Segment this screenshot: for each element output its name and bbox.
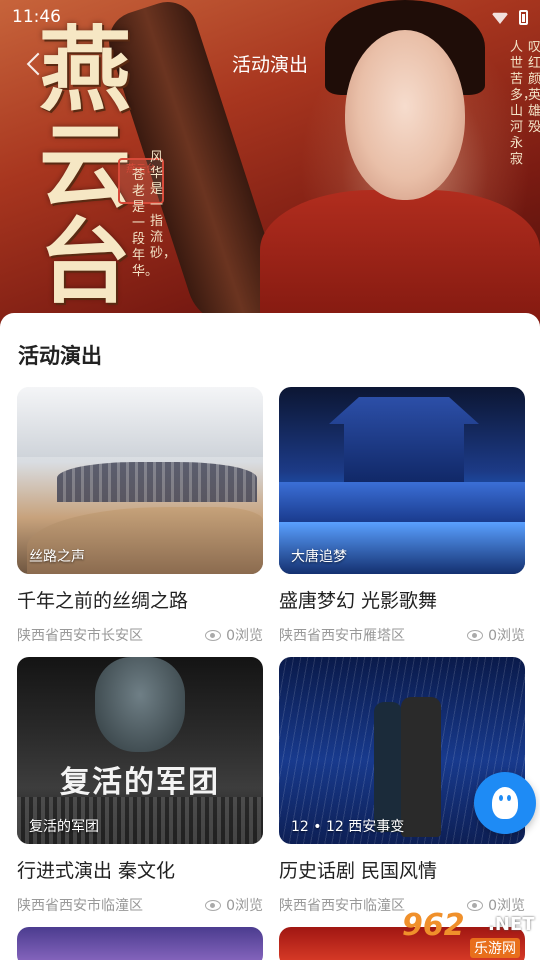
event-card[interactable] bbox=[17, 927, 263, 960]
watermark-site: 乐游网 bbox=[470, 938, 520, 958]
event-views: 0浏览 bbox=[205, 895, 263, 915]
penguin-icon bbox=[492, 787, 518, 819]
event-title[interactable]: 盛唐梦幻 光影歌舞 bbox=[279, 586, 525, 613]
event-meta: 陕西省西安市长安区 0浏览 bbox=[17, 625, 263, 645]
event-card[interactable]: 大唐追梦 盛唐梦幻 光影歌舞 陕西省西安市雁塔区 0浏览 bbox=[279, 387, 525, 645]
event-tag: 大唐追梦 bbox=[291, 549, 347, 565]
status-icons bbox=[491, 9, 528, 25]
event-location: 陕西省西安市雁塔区 bbox=[279, 628, 405, 644]
event-location: 陕西省西安市长安区 bbox=[17, 628, 143, 644]
event-views: 0浏览 bbox=[205, 625, 263, 645]
nav-title: 活动演出 bbox=[231, 54, 308, 76]
hero-poem-2: 苍老是一段年华。 bbox=[132, 168, 159, 279]
event-thumbnail[interactable]: 复活的军团 复活的军团 bbox=[17, 657, 263, 844]
hero-robe bbox=[260, 190, 540, 330]
event-location: 陕西省西安市临潼区 bbox=[279, 898, 405, 914]
event-views-count: 0浏览 bbox=[488, 628, 525, 644]
eye-icon bbox=[467, 629, 484, 641]
watermark-domain: .NET bbox=[488, 914, 535, 935]
event-title[interactable]: 历史话剧 民国风情 bbox=[279, 856, 525, 883]
nav-bar: 活动演出 bbox=[0, 44, 540, 84]
event-views-count: 0浏览 bbox=[226, 628, 263, 644]
status-bar: 11:46 bbox=[0, 0, 540, 34]
site-watermark: 962 .NET 乐游网 bbox=[402, 908, 538, 958]
event-tag: 丝路之声 bbox=[29, 549, 85, 565]
content-panel: 活动演出 丝路之声 千年之前的丝绸之路 陕西省西安市长安区 0浏览 大唐追梦 盛… bbox=[0, 313, 540, 960]
status-time: 11:46 bbox=[12, 7, 61, 27]
event-views: 0浏览 bbox=[467, 625, 525, 645]
section-title: 活动演出 bbox=[18, 344, 102, 368]
eye-icon bbox=[205, 899, 222, 911]
event-tag: 复活的军团 bbox=[29, 819, 99, 835]
event-title[interactable]: 行进式演出 秦文化 bbox=[17, 856, 263, 883]
event-tag: 12 • 12 西安事变 bbox=[291, 819, 405, 835]
watermark-number: 962 bbox=[402, 908, 465, 943]
customer-service-button[interactable] bbox=[474, 772, 536, 834]
event-views-count: 0浏览 bbox=[226, 898, 263, 914]
wifi-icon bbox=[491, 12, 509, 24]
event-meta: 陕西省西安市临潼区 0浏览 bbox=[17, 895, 263, 915]
hero-poem-1: 风华是一指流砂， bbox=[150, 150, 177, 261]
event-meta: 陕西省西安市雁塔区 0浏览 bbox=[279, 625, 525, 645]
thumbnail-headline: 复活的军团 bbox=[60, 765, 220, 800]
event-title[interactable]: 千年之前的丝绸之路 bbox=[17, 586, 263, 613]
event-thumbnail[interactable]: 丝路之声 bbox=[17, 387, 263, 574]
event-thumbnail[interactable] bbox=[17, 927, 263, 960]
event-location: 陕西省西安市临潼区 bbox=[17, 898, 143, 914]
event-thumbnail[interactable]: 大唐追梦 bbox=[279, 387, 525, 574]
eye-icon bbox=[205, 629, 222, 641]
event-card[interactable]: 丝路之声 千年之前的丝绸之路 陕西省西安市长安区 0浏览 bbox=[17, 387, 263, 645]
event-card[interactable]: 复活的军团 复活的军团 行进式演出 秦文化 陕西省西安市临潼区 0浏览 bbox=[17, 657, 263, 915]
battery-icon bbox=[519, 9, 528, 25]
